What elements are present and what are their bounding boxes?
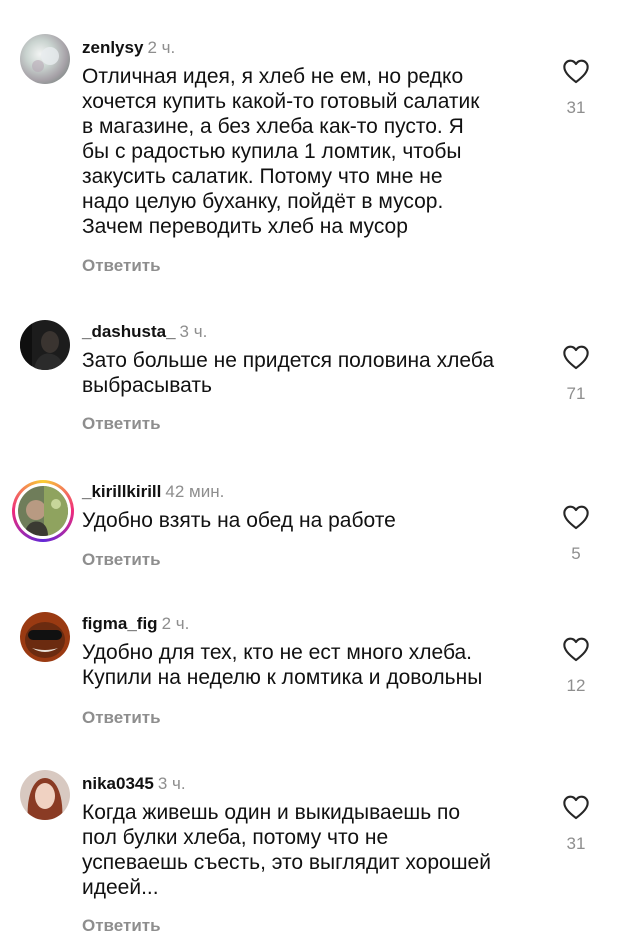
- reply-button[interactable]: Ответить: [82, 256, 161, 276]
- comment-text: Когда живешь один и выкидываешь по пол б…: [82, 801, 491, 899]
- username[interactable]: _dashusta_: [82, 322, 176, 341]
- comment-meta: figma_fig 2 ч.: [82, 614, 189, 634]
- reply-button[interactable]: Ответить: [82, 550, 161, 570]
- like-button[interactable]: 71: [560, 344, 592, 404]
- like-count: 5: [571, 544, 581, 563]
- story-ring: [15, 483, 71, 539]
- avatar-image: [20, 612, 70, 662]
- comment-meta: _kirillkirill 42 мин.: [82, 482, 224, 502]
- timestamp: 42 мин.: [165, 482, 225, 501]
- like-button[interactable]: 12: [560, 636, 592, 696]
- heart-outline-icon: [563, 59, 589, 84]
- avatar-image: [18, 486, 68, 536]
- like-button[interactable]: 5: [560, 504, 592, 564]
- username[interactable]: nika0345: [82, 774, 154, 793]
- like-button[interactable]: 31: [560, 794, 592, 854]
- reply-button[interactable]: Ответить: [82, 414, 161, 434]
- comment-meta: _dashusta_ 3 ч.: [82, 322, 207, 342]
- username[interactable]: zenlysy: [82, 38, 143, 57]
- comment-meta: zenlysy 2 ч.: [82, 38, 175, 58]
- timestamp: 3 ч.: [179, 322, 208, 341]
- comment-text: Отличная идея, я хлеб не ем, но редко хо…: [82, 65, 480, 238]
- like-count: 31: [566, 98, 586, 117]
- avatar-image: [20, 320, 70, 370]
- heart-outline-icon: [563, 345, 589, 370]
- avatar[interactable]: [20, 320, 70, 370]
- avatar-image: [20, 34, 70, 84]
- timestamp: 2 ч.: [147, 38, 176, 57]
- like-count: 71: [566, 384, 586, 403]
- avatar[interactable]: [20, 34, 70, 84]
- comment-text: Зато больше не придется половина хлеба в…: [82, 349, 494, 397]
- avatar[interactable]: [20, 612, 70, 662]
- like-count: 12: [566, 676, 586, 695]
- username[interactable]: _kirillkirill: [82, 482, 161, 501]
- avatar[interactable]: [20, 770, 70, 820]
- like-count: 31: [566, 834, 586, 853]
- timestamp: 2 ч.: [161, 614, 190, 633]
- reply-button[interactable]: Ответить: [82, 916, 161, 936]
- heart-outline-icon: [563, 637, 589, 662]
- like-button[interactable]: 31: [560, 58, 592, 118]
- heart-outline-icon: [563, 505, 589, 530]
- heart-outline-icon: [563, 795, 589, 820]
- avatar[interactable]: [12, 480, 74, 542]
- timestamp: 3 ч.: [157, 774, 186, 793]
- comment-text: Удобно взять на обед на работе: [82, 509, 396, 532]
- username[interactable]: figma_fig: [82, 614, 158, 633]
- reply-button[interactable]: Ответить: [82, 708, 161, 728]
- avatar-image: [20, 770, 70, 820]
- comment-text: Удобно для тех, кто не ест много хлеба. …: [82, 641, 483, 689]
- comment-meta: nika0345 3 ч.: [82, 774, 186, 794]
